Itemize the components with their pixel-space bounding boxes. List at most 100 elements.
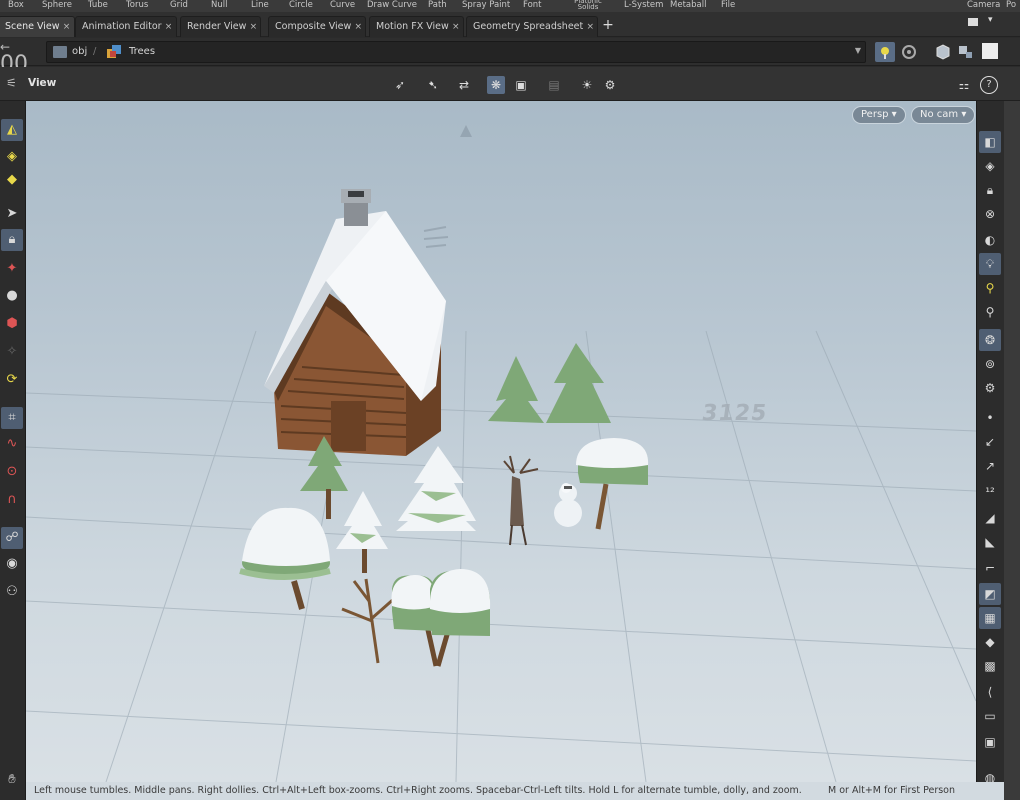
close-icon[interactable]: ×	[60, 18, 74, 37]
safe-area-icon[interactable]: ⌐	[979, 557, 1001, 579]
axes-icon[interactable]: ⟨	[979, 681, 1001, 703]
tab-animation-editor[interactable]: Animation Editor ×	[75, 16, 177, 37]
primitive-icon[interactable]: ◢	[979, 507, 1001, 529]
network-path-field[interactable]: obj / Trees ▼	[46, 41, 866, 63]
viewport-layout-icon[interactable]: ▭	[979, 705, 1001, 727]
handle-icon[interactable]: ⇄	[455, 76, 473, 94]
snapping-icon[interactable]: ❋	[487, 76, 505, 94]
snap-point-icon[interactable]: ⊙	[1, 461, 23, 483]
lighting-mode-icon[interactable]: 💡︎	[979, 253, 1001, 275]
numbers-icon[interactable]: ¹²	[979, 481, 1001, 503]
chevron-down-icon[interactable]: ▼	[855, 46, 861, 55]
shelf-tube[interactable]: Tube	[88, 0, 108, 11]
help-icon[interactable]: ?	[980, 76, 998, 94]
lock-icon[interactable]: 🔒︎	[979, 179, 1001, 201]
ghost-icon[interactable]: ⊗	[979, 203, 1001, 225]
shelf-metaball[interactable]: Metaball	[670, 0, 706, 11]
shelf-grid[interactable]: Grid	[170, 0, 188, 11]
shelf-sphere[interactable]: Sphere	[42, 0, 72, 11]
grid-icon[interactable]: ▦	[979, 607, 1001, 629]
tab-scene-view[interactable]: Scene View ×	[0, 16, 75, 37]
light-tool-icon[interactable]: ◈	[1, 146, 23, 168]
shelf-curve[interactable]: Curve	[330, 0, 355, 11]
geo-tool-icon[interactable]: ◆	[1, 169, 23, 191]
shelf-circle[interactable]: Circle	[289, 0, 313, 11]
select-mode-icon[interactable]: ➶	[391, 76, 409, 94]
perspective-dropdown[interactable]: Persp ▾	[852, 106, 906, 124]
wireframe-icon[interactable]: ◈	[979, 155, 1001, 177]
scene-viewport[interactable]: Persp ▾ No cam ▾ 3125	[26, 101, 976, 782]
select-tool-icon[interactable]: ➤	[1, 203, 23, 225]
display-icon[interactable]: ◧	[979, 131, 1001, 153]
origin-icon[interactable]: ◆	[979, 631, 1001, 653]
link-icon[interactable]	[899, 42, 919, 62]
render-icon[interactable]: ⚇	[1, 581, 23, 603]
shelf-draw-curve[interactable]: Draw Curve	[367, 0, 417, 11]
cube-icon[interactable]	[934, 43, 952, 61]
image-icon[interactable]: ▣	[979, 731, 1001, 753]
shelf-point-light[interactable]: Po	[1006, 0, 1016, 11]
shelf-box[interactable]: Box	[8, 0, 24, 11]
tab-geometry-spreadsheet[interactable]: Geometry Spreadsheet ×	[466, 16, 599, 37]
render-region-icon[interactable]: ▤	[545, 76, 563, 94]
shelf-file[interactable]: File	[721, 0, 735, 11]
shelf-line[interactable]: Line	[251, 0, 269, 11]
network-view-icon[interactable]: ☍	[1, 527, 23, 549]
ortho-icon[interactable]: ◩	[979, 583, 1001, 605]
lighting-icon[interactable]: ☀	[578, 76, 596, 94]
shelf-null[interactable]: Null	[211, 0, 227, 11]
normal-icon[interactable]: ↙	[979, 431, 1001, 453]
display-options-icon[interactable]: ▣	[512, 76, 530, 94]
transform-mode-icon[interactable]: ➷	[424, 76, 442, 94]
shelf-camera[interactable]: Camera	[967, 0, 1000, 11]
close-icon[interactable]: ×	[162, 18, 176, 37]
close-icon[interactable]: ×	[449, 18, 463, 37]
network-icon[interactable]	[957, 43, 975, 61]
window-icon[interactable]	[982, 43, 998, 59]
camera-dropdown[interactable]: No cam ▾	[911, 106, 976, 124]
point-icon[interactable]: •	[979, 407, 1001, 429]
hand-icon[interactable]: ✋︎	[1, 769, 23, 791]
shelf-path[interactable]: Path	[428, 0, 447, 11]
guides-icon[interactable]: ⚙	[979, 377, 1001, 399]
magnet-icon[interactable]: ∩	[1, 489, 23, 511]
rotate-tool-icon[interactable]: ⟳	[1, 369, 23, 391]
add-tab-button[interactable]: +	[601, 16, 615, 35]
shelf-l-system[interactable]: L-System	[624, 0, 663, 11]
path-segment-obj[interactable]: obj	[72, 45, 87, 59]
scale-tool-icon[interactable]: ⬢	[1, 313, 23, 335]
handle-tool-icon[interactable]: ✦	[1, 258, 23, 280]
disabled-tool-icon[interactable]: ✧	[1, 341, 23, 363]
headlight-icon[interactable]: ⚲	[979, 277, 1001, 299]
visibility-icon[interactable]: ⊚	[979, 353, 1001, 375]
flipbook-icon[interactable]: ◉	[1, 553, 23, 575]
pin-button[interactable]	[875, 42, 895, 62]
pose-tool-icon[interactable]: ●	[1, 285, 23, 307]
tab-composite-view[interactable]: Composite View ×	[268, 16, 367, 37]
maximize-icon[interactable]	[968, 18, 978, 26]
shelf-spray-paint[interactable]: Spray Paint	[462, 0, 510, 11]
shelf-font[interactable]: Font	[523, 0, 542, 11]
snap-curve-icon[interactable]: ∿	[1, 433, 23, 455]
shading-icon[interactable]: ◐	[979, 229, 1001, 251]
background-icon[interactable]: ❂	[979, 329, 1001, 351]
snap-grid-icon[interactable]: ⌗	[1, 407, 23, 429]
shelf-torus[interactable]: Torus	[126, 0, 148, 11]
lock-tool-icon[interactable]: 🔒︎	[1, 229, 23, 251]
view-tool-icon[interactable]: ◭	[1, 119, 23, 141]
close-icon[interactable]: ×	[583, 18, 597, 37]
layout-icon[interactable]: ⚏	[955, 76, 973, 94]
pane-menu-icon[interactable]: ▾	[988, 15, 993, 25]
camera-light-icon[interactable]: ⚲	[979, 301, 1001, 323]
vector-icon[interactable]: ↗	[979, 455, 1001, 477]
path-segment-trees[interactable]: Trees	[129, 45, 155, 59]
tab-motion-fx-view[interactable]: Motion FX View ×	[369, 16, 464, 37]
shelf-platonic[interactable]: Platonic Solids	[571, 0, 605, 11]
close-icon[interactable]: ×	[246, 18, 260, 37]
vertex-icon[interactable]: ◣	[979, 531, 1001, 553]
tab-render-view[interactable]: Render View ×	[180, 16, 262, 37]
settings-icon[interactable]: ⚙	[601, 76, 619, 94]
texture-icon[interactable]: ▩	[979, 655, 1001, 677]
viewer-menu-icon[interactable]: ⚟	[6, 76, 17, 90]
close-icon[interactable]: ×	[351, 18, 365, 37]
